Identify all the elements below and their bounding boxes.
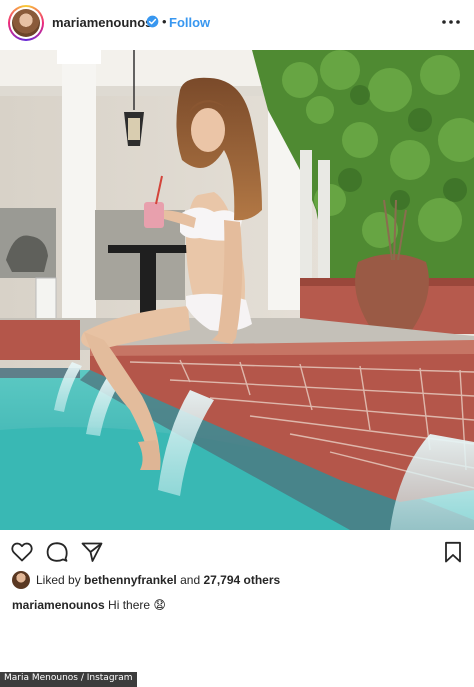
- pool-scene-image: [0, 50, 474, 530]
- comment-icon[interactable]: [45, 540, 69, 564]
- likes-text: Liked by bethennyfrankel and 27,794 othe…: [36, 573, 280, 587]
- more-options-icon[interactable]: [440, 12, 462, 32]
- likes-others[interactable]: 27,794 others: [203, 573, 280, 587]
- share-icon[interactable]: [80, 540, 104, 564]
- post-caption: mariamenounos Hi there 😧: [12, 598, 166, 612]
- post-header: mariamenounos • Follow: [0, 0, 474, 46]
- post-actions: [0, 536, 474, 566]
- likes-connector: and: [180, 573, 201, 587]
- post-username[interactable]: mariamenounos: [52, 15, 152, 30]
- image-credit: Maria Menounos / Instagram: [0, 672, 137, 687]
- verified-badge-icon: [146, 15, 159, 28]
- caption-text: Hi there 😧: [108, 598, 166, 612]
- likes-summary: Liked by bethennyfrankel and 27,794 othe…: [12, 570, 280, 590]
- header-separator: •: [162, 14, 167, 29]
- post-photo[interactable]: [0, 50, 474, 530]
- heart-icon[interactable]: [10, 540, 34, 564]
- liker-username[interactable]: bethennyfrankel: [84, 573, 177, 587]
- liker-avatar[interactable]: [12, 571, 30, 589]
- bookmark-icon[interactable]: [441, 540, 465, 564]
- likes-prefix: Liked by: [36, 573, 81, 587]
- follow-button[interactable]: Follow: [169, 15, 210, 30]
- profile-avatar[interactable]: [8, 5, 44, 41]
- caption-username[interactable]: mariamenounos: [12, 598, 105, 612]
